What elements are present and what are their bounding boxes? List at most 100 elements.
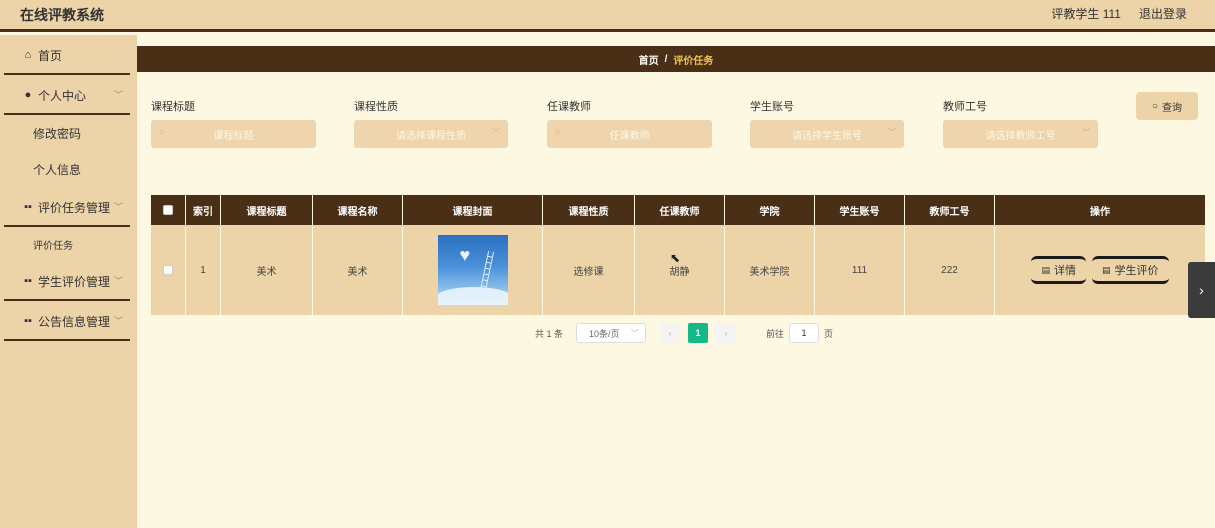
sidebar-item-notice-mgmt[interactable]: ▪▪ 公告信息管理 ﹀ — [0, 301, 137, 341]
query-button-label: 查询 — [1162, 102, 1183, 114]
teacher-no-field: 教师工号 请选择教师工号 ﹀ — [943, 98, 1098, 148]
search-icon: ○ — [159, 127, 165, 137]
header-cell: 操作 — [1090, 206, 1110, 218]
detail-button-label: 详情 — [1054, 265, 1076, 277]
select-all-checkbox[interactable] — [163, 205, 173, 215]
table-cell: 美术学院 — [725, 225, 815, 315]
page-number-1[interactable]: 1 — [688, 323, 709, 343]
mouse-pointer-icon: ⬉ — [670, 251, 681, 265]
chevron-down-icon: ﹀ — [113, 316, 123, 326]
sidebar-item-label: 个人中心 — [38, 88, 87, 103]
table-cell: ▤ 详情 ▤ 学生评价 — [995, 225, 1205, 315]
breadcrumb-current: 评价任务 — [673, 55, 714, 67]
field-label: 任课教师 — [547, 101, 591, 113]
next-page-button[interactable]: › — [716, 323, 737, 343]
header-cell: 课程标题 — [221, 195, 313, 225]
detail-button[interactable]: ▤ 详情 — [1031, 256, 1086, 284]
page-size-select[interactable]: 10条/页 ﹀ — [576, 323, 647, 343]
header-cell: 课程封面 — [403, 195, 543, 225]
table-cell — [151, 225, 186, 315]
chevron-right-icon: › — [1199, 282, 1204, 298]
sidebar-item-change-password[interactable]: 修改密码 — [0, 115, 137, 151]
student-no-field: 学生账号 请选择学生账号 ﹀ — [750, 98, 904, 148]
student-evaluate-button-label: 学生评价 — [1114, 265, 1159, 277]
sidebar-item-home[interactable]: ⌂ 首页 — [0, 35, 137, 75]
course-type-select[interactable]: 请选择课程性质 ﹀ — [354, 120, 508, 148]
teacher-field: 任课教师 ○ 任课教师 — [547, 98, 712, 148]
search-icon: ○ — [1151, 100, 1159, 112]
course-type-field: 课程性质 请选择课程性质 ﹀ — [354, 98, 508, 148]
breadcrumb: 首页 / 评价任务 — [137, 46, 1215, 72]
placeholder: 任课教师 — [609, 130, 650, 142]
total-count: 共 1 条 — [535, 328, 564, 339]
ladder-shape — [479, 250, 494, 292]
table-cell: 1 — [186, 225, 221, 315]
chevron-right-icon: › — [724, 328, 728, 338]
chevron-down-icon: ﹀ — [113, 90, 123, 100]
placeholder: 请选择课程性质 — [396, 130, 466, 142]
row-checkbox[interactable] — [163, 265, 173, 275]
header-cell: 课程性质 — [543, 195, 635, 225]
user-icon: ● — [24, 89, 32, 101]
table-cell: 美术 — [313, 225, 403, 315]
table-cell: 胡静 — [635, 225, 725, 315]
header-cell: 教师工号 — [905, 195, 995, 225]
chevron-down-icon: ﹀ — [1082, 128, 1090, 137]
placeholder: 请选择学生账号 — [792, 130, 862, 142]
table-cell: 222 — [905, 225, 995, 315]
sidebar-item-label: 评价任务管理 — [38, 200, 111, 215]
course-cover-image[interactable]: ♥ — [437, 235, 508, 305]
sidebar-item-label: 学生评价管理 — [38, 274, 111, 289]
table-row: 1 美术 美术 ♥ 选修课 胡静 美术学院 111 222 ▤ 详情 ▤ 学生评… — [151, 225, 1205, 315]
logout-link[interactable]: 退出登录 — [1139, 5, 1187, 22]
table-cell: 美术 — [221, 225, 313, 315]
goto-suffix: 页 — [824, 328, 834, 339]
chevron-down-icon: ﹀ — [492, 128, 500, 137]
course-title-field: 课程标题 ○ 课程标题 — [151, 98, 316, 148]
field-label: 课程性质 — [354, 101, 398, 113]
course-title-input[interactable]: ○ 课程标题 — [151, 120, 316, 148]
table-header: 索引 课程标题 课程名称 课程封面 课程性质 任课教师 学院 学生账号 教师工号… — [151, 195, 1205, 225]
chevron-left-icon: ‹ — [668, 328, 672, 338]
header-cell: 课程名称 — [313, 195, 403, 225]
header-cell: 学生账号 — [815, 195, 905, 225]
sidebar-item-label: 公告信息管理 — [38, 314, 111, 329]
field-label: 学生账号 — [750, 101, 794, 113]
chevron-down-icon: ﹀ — [888, 128, 896, 137]
sidebar-item-student-eval-mgmt[interactable]: ▪▪ 学生评价管理 ﹀ — [0, 261, 137, 301]
app-title: 在线评教系统 — [20, 7, 104, 23]
pagination: 共 1 条 10条/页 ﹀ ‹ 1 › 前往 1 页 — [535, 323, 833, 343]
sidebar-item-eval-task-mgmt[interactable]: ▪▪ 评价任务管理 ﹀ — [0, 187, 137, 227]
document-icon: ▤ — [1041, 264, 1050, 275]
sidebar-item-personal-info[interactable]: 个人信息 — [0, 151, 137, 187]
header-cell: 学院 — [725, 195, 815, 225]
sidebar: ⌂ 首页 ● 个人中心 ﹀ 修改密码 个人信息 ▪▪ 评价任务管理 ﹀ 评价任务… — [0, 35, 137, 528]
collapse-handle[interactable]: › — [1188, 262, 1215, 318]
table-cell: ♥ — [403, 225, 543, 315]
chevron-down-icon: ﹀ — [113, 202, 123, 212]
teacher-input[interactable]: ○ 任课教师 — [547, 120, 712, 148]
query-button[interactable]: ○ 查询 — [1136, 92, 1198, 120]
table-cell: 111 — [815, 225, 905, 315]
table-cell: 选修课 — [543, 225, 635, 315]
cloud-shape — [437, 287, 508, 305]
sidebar-item-label: 首页 — [38, 48, 63, 63]
breadcrumb-separator: / — [664, 53, 668, 65]
prev-page-button[interactable]: ‹ — [660, 323, 681, 343]
header-cell: 索引 — [186, 195, 221, 225]
sidebar-item-personal[interactable]: ● 个人中心 ﹀ — [0, 75, 137, 115]
document-icon: ▤ — [1102, 264, 1111, 275]
student-no-select[interactable]: 请选择学生账号 ﹀ — [750, 120, 904, 148]
current-user: 评教学生 111 — [1051, 7, 1121, 21]
header-cell: 任课教师 — [635, 195, 725, 225]
field-label: 课程标题 — [151, 101, 195, 113]
goto-page-input[interactable]: 1 — [789, 323, 820, 343]
header-cell — [151, 195, 186, 225]
student-evaluate-button[interactable]: ▤ 学生评价 — [1092, 256, 1169, 284]
breadcrumb-home[interactable]: 首页 — [639, 52, 659, 67]
teacher-no-select[interactable]: 请选择教师工号 ﹀ — [943, 120, 1098, 148]
chevron-down-icon: ﹀ — [631, 329, 640, 338]
search-icon: ○ — [555, 127, 561, 137]
sidebar-item-eval-task[interactable]: 评价任务 — [0, 227, 137, 261]
home-icon: ⌂ — [24, 49, 32, 61]
